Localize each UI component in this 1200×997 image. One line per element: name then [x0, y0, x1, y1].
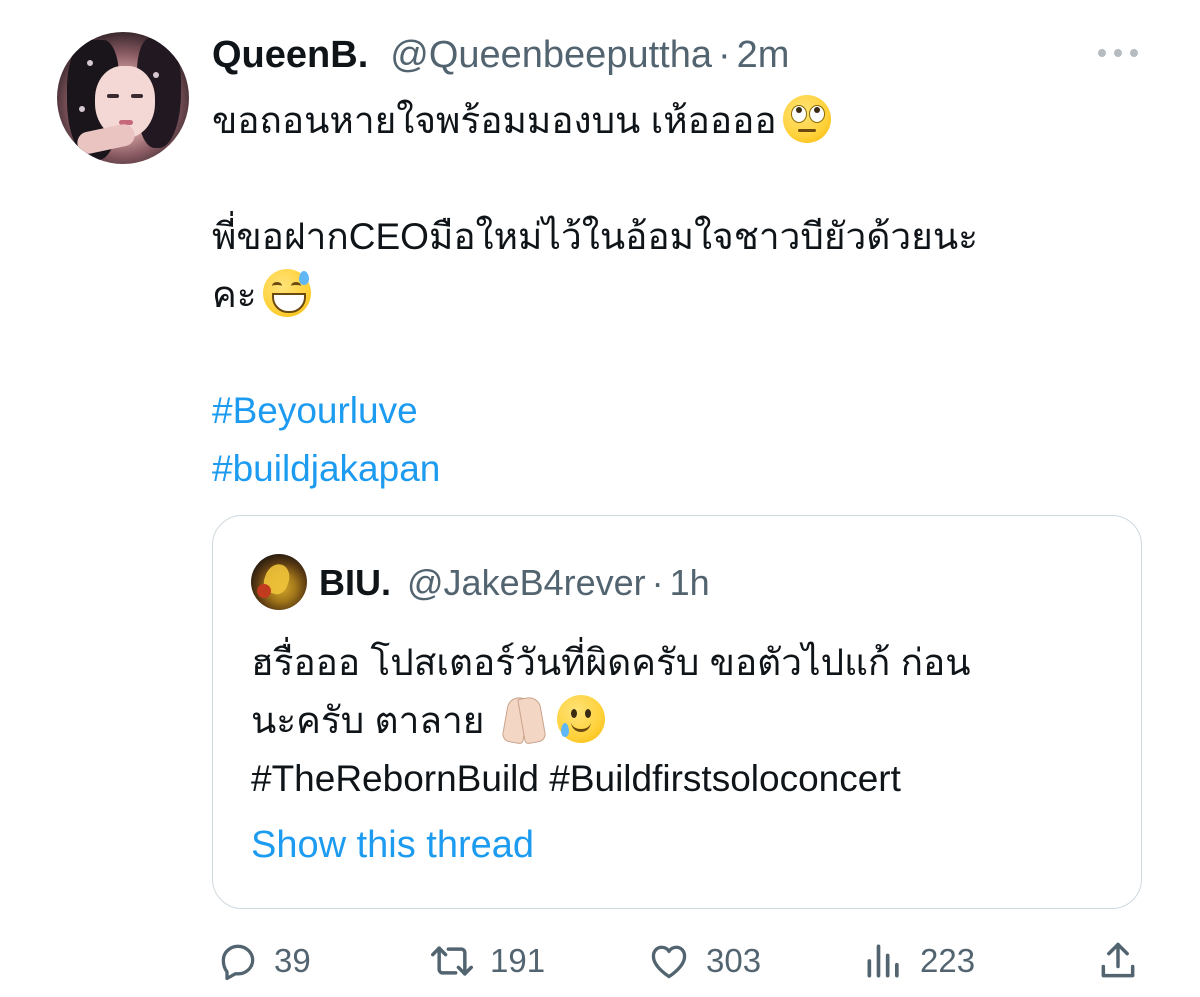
tweet-header: QueenB. @Queenbeeputtha · 2m: [212, 30, 789, 80]
quoted-text-line-1: ฮรื่อออ โปสเตอร์วันที่ผิดครับ ขอตัวไปแก้…: [251, 642, 971, 683]
quoted-text-line: ฮรื่อออ โปสเตอร์วันที่ผิดครับ ขอตัวไปแก้…: [251, 634, 1111, 692]
tweet-text-line: #Beyourluve: [212, 382, 1132, 440]
quoted-tweet-text: ฮรื่อออ โปสเตอร์วันที่ผิดครับ ขอตัวไปแก้…: [251, 634, 1111, 808]
tweet-text-blank: [212, 324, 1132, 382]
author-handle[interactable]: @Queenbeeputtha: [390, 30, 712, 80]
quoted-text-line: #TheRebornBuild #Buildfirstsoloconcert: [251, 750, 1111, 808]
smiling-tear-emoji-icon: [556, 695, 605, 743]
tweet-text-line-3: พี่ขอฝากCEOมือใหม่ไว้ในอ้อมใจชาวบียัวด้ว…: [212, 216, 978, 257]
header-separator: ·: [717, 34, 731, 76]
quoted-tweet-timestamp[interactable]: 1h: [670, 558, 710, 608]
quoted-tweet-card[interactable]: BIU. @JakeB4rever · 1h ฮรื่อออ โปสเตอร์ว…: [212, 515, 1142, 909]
folded-hands-emoji-icon: [497, 695, 551, 745]
like-button[interactable]: 303: [646, 934, 761, 988]
retweet-icon: [431, 946, 473, 976]
author-avatar[interactable]: [57, 32, 189, 164]
tweet-actions-bar: 39 191 303 223: [0, 934, 1200, 988]
tweet-text-line: พี่ขอฝากCEOมือใหม่ไว้ในอ้อมใจชาวบียัวด้ว…: [212, 208, 1132, 266]
quoted-author-display-name[interactable]: BIU.: [319, 558, 391, 608]
reply-icon: [221, 944, 255, 981]
tweet: QueenB. @Queenbeeputtha · 2m ขอถอนหายใจพ…: [0, 0, 1200, 997]
quoted-author-avatar[interactable]: [251, 554, 307, 610]
like-count: 303: [706, 942, 762, 979]
retweet-button[interactable]: 191: [428, 934, 545, 988]
eye-roll-emoji-icon: [782, 95, 831, 143]
views-count: 223: [920, 942, 976, 979]
tweet-text-blank: [212, 150, 1132, 208]
author-display-name[interactable]: QueenB.: [212, 30, 368, 80]
hashtag-link[interactable]: #Buildfirstsoloconcert: [549, 758, 901, 799]
reply-button[interactable]: 39: [216, 934, 311, 988]
heart-icon: [651, 945, 687, 979]
sweat-smile-emoji-icon: [262, 269, 311, 317]
views-icon: [867, 944, 899, 978]
tweet-text-line: ขอถอนหายใจพร้อมมองบน เห้ออออ: [212, 92, 1132, 150]
quoted-author-handle[interactable]: @JakeB4rever: [407, 558, 646, 608]
quoted-text-line-2: นะครับ ตาลาย: [251, 700, 485, 741]
views-button[interactable]: 223: [862, 934, 975, 988]
show-thread-link[interactable]: Show this thread: [251, 816, 534, 874]
tweet-text-line: คะ: [212, 266, 1132, 324]
quoted-header-separator: ·: [651, 562, 664, 603]
quoted-text-line: นะครับ ตาลาย: [251, 692, 1111, 750]
tweet-text-line-4: คะ: [212, 274, 257, 315]
share-button[interactable]: [1096, 934, 1140, 988]
tweet-text-line: #buildjakapan: [212, 440, 1132, 498]
more-options-icon[interactable]: [1098, 46, 1138, 60]
tweet-text-line-1: ขอถอนหายใจพร้อมมองบน เห้ออออ: [212, 100, 777, 141]
hashtag-link[interactable]: #buildjakapan: [212, 448, 440, 489]
share-icon: [1101, 942, 1135, 978]
retweet-count: 191: [490, 942, 546, 979]
hashtag-link[interactable]: #Beyourluve: [212, 390, 418, 431]
hashtag-link[interactable]: #TheRebornBuild: [251, 758, 539, 799]
quoted-tweet-header: BIU. @JakeB4rever · 1h: [319, 558, 710, 608]
tweet-timestamp[interactable]: 2m: [737, 30, 790, 80]
tweet-text: ขอถอนหายใจพร้อมมองบน เห้ออออ พี่ขอฝากCEO…: [212, 92, 1132, 498]
reply-count: 39: [274, 942, 311, 979]
